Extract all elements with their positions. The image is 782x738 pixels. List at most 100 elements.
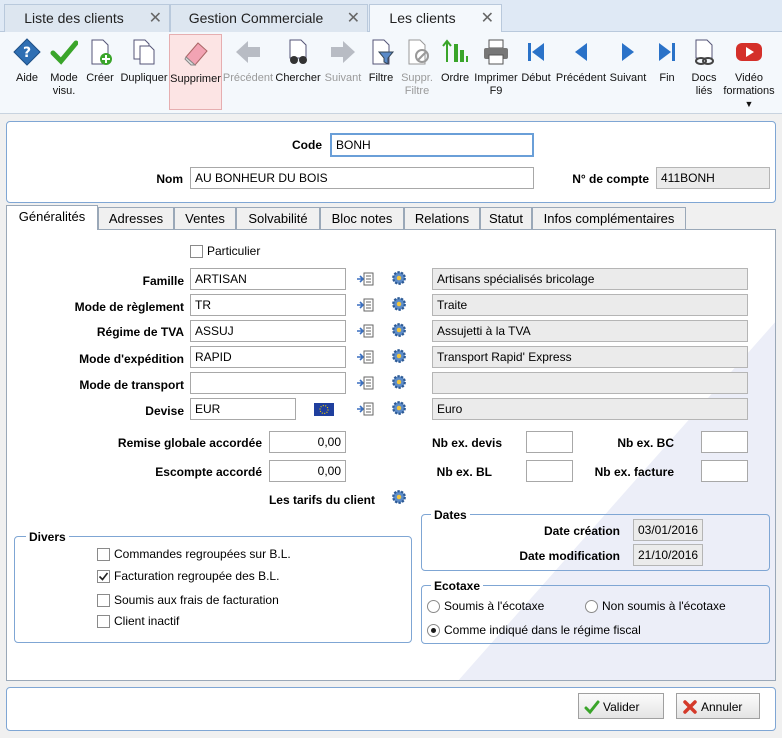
video-formations-button[interactable]: Vidéo formations ▼ bbox=[722, 34, 776, 110]
suivant-button[interactable]: Suivant bbox=[608, 34, 648, 110]
tab-liste-des-clients[interactable]: Liste des clients ✕ bbox=[4, 4, 170, 32]
tab-label: Relations bbox=[414, 211, 470, 226]
list-lookup-icon[interactable] bbox=[356, 349, 374, 365]
tool-label: Suivant bbox=[324, 72, 362, 84]
chercher-button[interactable]: Chercher bbox=[275, 34, 321, 110]
gear-icon[interactable] bbox=[390, 322, 408, 338]
nb-devis-input[interactable] bbox=[526, 431, 573, 453]
tab-relations[interactable]: Relations bbox=[404, 207, 480, 229]
nb-facture-input[interactable] bbox=[701, 460, 748, 482]
fin-button[interactable]: Fin bbox=[652, 34, 682, 110]
aide-button[interactable]: ? Aide bbox=[6, 34, 48, 110]
precedent-disabled-button[interactable]: Précédent bbox=[222, 34, 274, 110]
tab-infos-complementaires[interactable]: Infos complémentaires bbox=[532, 207, 686, 229]
filter-icon bbox=[372, 39, 395, 65]
list-lookup-icon[interactable] bbox=[356, 401, 374, 417]
client-inactif-checkbox[interactable] bbox=[97, 615, 110, 628]
list-lookup-icon[interactable] bbox=[356, 375, 374, 391]
sort-order-icon bbox=[442, 39, 468, 62]
imprimer-button[interactable]: Imprimer F9 bbox=[474, 34, 518, 110]
gear-icon[interactable] bbox=[390, 400, 408, 416]
nom-label: Nom bbox=[156, 172, 183, 186]
gear-icon[interactable] bbox=[390, 270, 408, 286]
tool-label: Fin bbox=[659, 72, 675, 84]
checkbox-label: Facturation regroupée des B.L. bbox=[114, 569, 280, 583]
expedition-description: Transport Rapid' Express bbox=[432, 346, 748, 368]
code-input[interactable]: BONH bbox=[330, 133, 534, 157]
tab-label: Solvabilité bbox=[248, 211, 308, 226]
gear-icon[interactable] bbox=[390, 489, 408, 505]
date-creation-label: Date création bbox=[543, 524, 620, 538]
expedition-input[interactable]: RAPID bbox=[190, 346, 346, 368]
remove-filter-icon bbox=[408, 39, 429, 65]
tarifs-label: Les tarifs du client bbox=[268, 493, 375, 507]
facturation-regroupee-checkbox[interactable] bbox=[97, 570, 110, 583]
list-lookup-icon[interactable] bbox=[356, 297, 374, 313]
tool-label: Filtre bbox=[368, 72, 394, 84]
valider-button[interactable]: Valider bbox=[578, 693, 664, 719]
tab-statut[interactable]: Statut bbox=[480, 207, 532, 229]
suivant-disabled-button[interactable]: Suivant bbox=[321, 34, 365, 110]
toolbar: ? Aide Mode visu. Créer Dupliquer Supprim… bbox=[0, 32, 782, 114]
tab-adresses[interactable]: Adresses bbox=[98, 207, 174, 229]
tab-ventes[interactable]: Ventes bbox=[174, 207, 236, 229]
list-lookup-icon[interactable] bbox=[356, 323, 374, 339]
dropdown-arrow-icon[interactable]: ▼ bbox=[745, 99, 754, 109]
linked-docs-icon bbox=[695, 39, 714, 65]
devise-input[interactable]: EUR bbox=[190, 398, 296, 420]
precedent-button[interactable]: Précédent bbox=[554, 34, 608, 110]
non-soumis-ecotaxe-radio[interactable] bbox=[585, 600, 598, 613]
tab-gestion-commerciale[interactable]: Gestion Commerciale ✕ bbox=[170, 4, 368, 32]
escompte-input[interactable]: 0,00 bbox=[269, 460, 346, 482]
tab-bloc-notes[interactable]: Bloc notes bbox=[320, 207, 404, 229]
reglement-input[interactable]: TR bbox=[190, 294, 346, 316]
tool-label: Supprimer bbox=[170, 73, 221, 85]
previous-record-icon bbox=[575, 43, 587, 61]
soumis-ecotaxe-radio[interactable] bbox=[427, 600, 440, 613]
nb-bc-label: Nb ex. BC bbox=[617, 436, 674, 450]
annuler-button[interactable]: Annuler bbox=[676, 693, 760, 719]
transport-input[interactable] bbox=[190, 372, 346, 394]
window-tab-bar: Liste des clients ✕ Gestion Commerciale … bbox=[0, 0, 782, 33]
list-lookup-icon[interactable] bbox=[356, 271, 374, 287]
tab-label: Liste des clients bbox=[24, 10, 124, 26]
debut-button[interactable]: Début bbox=[519, 34, 553, 110]
close-icon[interactable]: ✕ bbox=[481, 8, 494, 28]
tab-les-clients[interactable]: Les clients ✕ bbox=[369, 4, 502, 33]
date-modification-label: Date modification bbox=[519, 549, 620, 563]
tool-label: Docs bbox=[691, 72, 717, 84]
nb-bc-input[interactable] bbox=[701, 431, 748, 453]
svg-text:?: ? bbox=[23, 45, 31, 61]
tab-label: Ventes bbox=[185, 211, 225, 226]
ordre-button[interactable]: Ordre bbox=[438, 34, 472, 110]
filtre-button[interactable]: Filtre bbox=[366, 34, 396, 110]
regime-fiscal-radio[interactable] bbox=[427, 624, 440, 637]
creer-button[interactable]: Créer bbox=[83, 34, 117, 110]
first-record-icon bbox=[528, 43, 544, 61]
nb-bl-input[interactable] bbox=[526, 460, 573, 482]
gear-icon[interactable] bbox=[390, 348, 408, 364]
compte-input[interactable]: 411BONH bbox=[656, 167, 770, 189]
radio-label: Comme indiqué dans le régime fiscal bbox=[444, 623, 641, 637]
supprimer-button[interactable]: Supprimer bbox=[169, 34, 222, 110]
gear-icon[interactable] bbox=[390, 374, 408, 390]
devise-label: Devise bbox=[145, 404, 184, 418]
tool-label: Vidéo bbox=[735, 72, 763, 84]
frais-facturation-checkbox[interactable] bbox=[97, 594, 110, 607]
dupliquer-button[interactable]: Dupliquer bbox=[120, 34, 168, 110]
tva-input[interactable]: ASSUJ bbox=[190, 320, 346, 342]
remise-input[interactable]: 0,00 bbox=[269, 431, 346, 453]
close-icon[interactable]: ✕ bbox=[347, 8, 360, 28]
gear-icon[interactable] bbox=[390, 296, 408, 312]
suppr-filtre-button[interactable]: Suppr. Filtre bbox=[398, 34, 436, 110]
nom-input[interactable]: AU BONHEUR DU BOIS bbox=[190, 167, 534, 189]
tab-solvabilite[interactable]: Solvabilité bbox=[236, 207, 320, 229]
tab-generalites[interactable]: Généralités bbox=[6, 205, 98, 230]
commandes-regroupees-checkbox[interactable] bbox=[97, 548, 110, 561]
docs-lies-button[interactable]: Docs liés bbox=[686, 34, 722, 110]
particulier-checkbox[interactable] bbox=[190, 245, 203, 258]
mode-visu-button[interactable]: Mode visu. bbox=[46, 34, 82, 110]
famille-input[interactable]: ARTISAN bbox=[190, 268, 346, 290]
close-icon[interactable]: ✕ bbox=[149, 8, 162, 28]
checkbox-label: Commandes regroupées sur B.L. bbox=[114, 547, 291, 561]
